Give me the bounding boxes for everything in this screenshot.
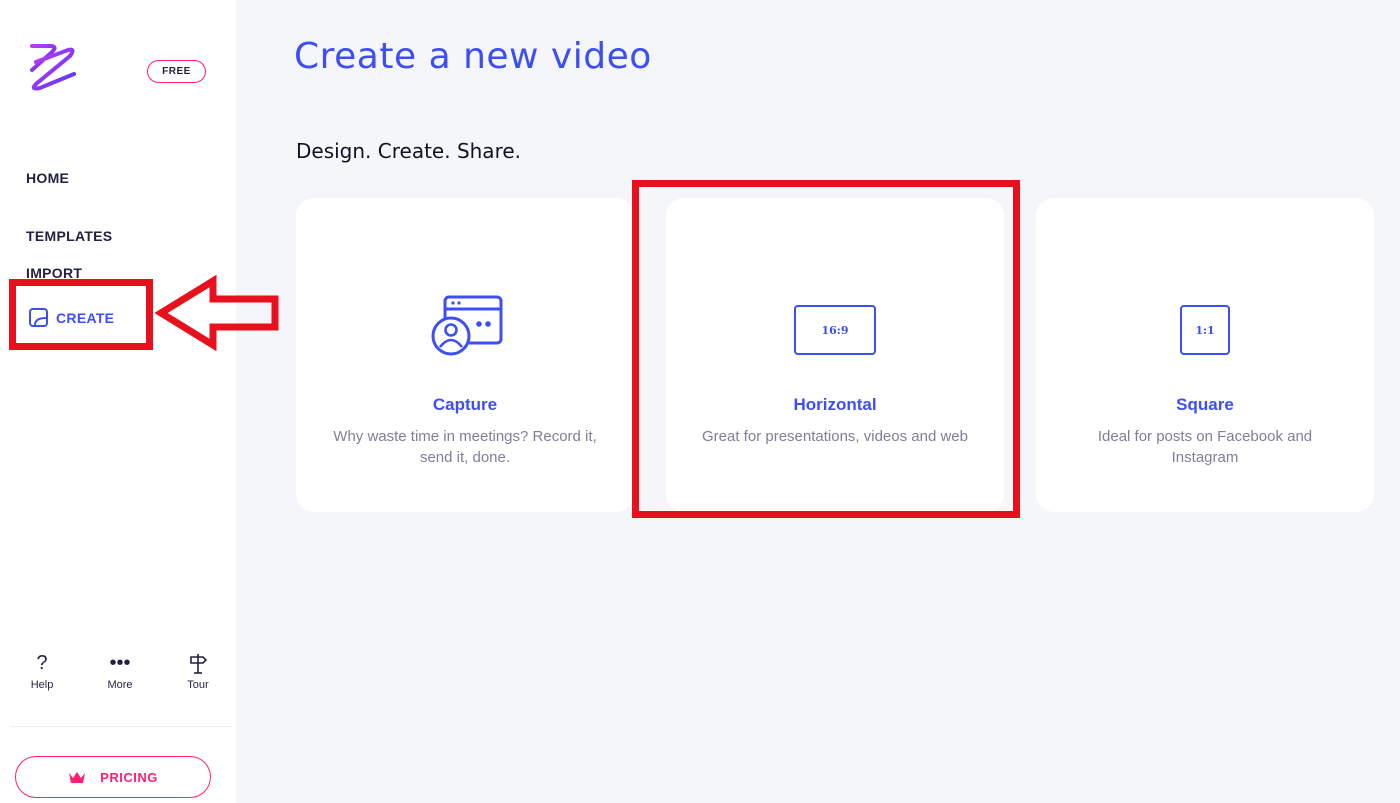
crown-icon xyxy=(69,772,86,783)
help-button[interactable]: ? Help xyxy=(22,650,62,692)
more-label: More xyxy=(107,679,133,691)
sidebar-item-templates[interactable]: TEMPLATES xyxy=(26,228,112,244)
square-card[interactable]: 1:1 Square Ideal for posts on Facebook a… xyxy=(1036,198,1374,512)
pricing-button[interactable]: PRICING xyxy=(15,756,211,798)
card-title: Square xyxy=(1176,395,1234,414)
ratio-16-9-icon: 16:9 xyxy=(666,296,1004,356)
signpost-icon xyxy=(178,650,218,676)
card-description: Ideal for posts on Facebook and Instagra… xyxy=(1097,428,1313,466)
more-button[interactable]: ••• More xyxy=(100,650,140,692)
horizontal-card[interactable]: 16:9 Horizontal Great for presentations,… xyxy=(666,198,1004,512)
card-description: Great for presentations, videos and web xyxy=(702,428,968,445)
help-icon: ? xyxy=(36,651,48,674)
tour-button[interactable]: Tour xyxy=(178,650,218,691)
sidebar-divider xyxy=(10,726,232,727)
ratio-1-1-icon: 1:1 xyxy=(1036,296,1374,356)
free-plan-badge: FREE xyxy=(147,60,206,83)
ratio-label: 16:9 xyxy=(794,305,876,355)
sidebar-item-create[interactable]: CREATE xyxy=(29,308,114,327)
sidebar-item-import[interactable]: IMPORT xyxy=(26,265,82,279)
card-title: Horizontal xyxy=(793,395,877,414)
create-icon xyxy=(29,308,48,327)
more-icon: ••• xyxy=(109,651,131,674)
sidebar: FREE HOME TEMPLATES IMPORT CREATE ? Help… xyxy=(0,0,236,803)
tour-label: Tour xyxy=(187,679,209,691)
sidebar-item-label: CREATE xyxy=(56,309,115,326)
card-title: Capture xyxy=(432,395,498,414)
sidebar-tools: ? Help ••• More Tour xyxy=(22,650,218,692)
page-title: Create a new video xyxy=(294,36,652,77)
card-description: Why waste time in meetings? Record it, s… xyxy=(333,428,597,466)
pricing-label: PRICING xyxy=(100,769,158,785)
logo-icon[interactable] xyxy=(26,40,82,96)
capture-card[interactable]: Capture Why waste time in meetings? Reco… xyxy=(296,198,634,512)
ratio-label: 1:1 xyxy=(1180,305,1230,355)
page-subtitle: Design. Create. Share. xyxy=(296,139,522,163)
help-label: Help xyxy=(30,679,54,691)
sidebar-item-home[interactable]: HOME xyxy=(26,170,69,186)
capture-icon xyxy=(296,295,634,356)
